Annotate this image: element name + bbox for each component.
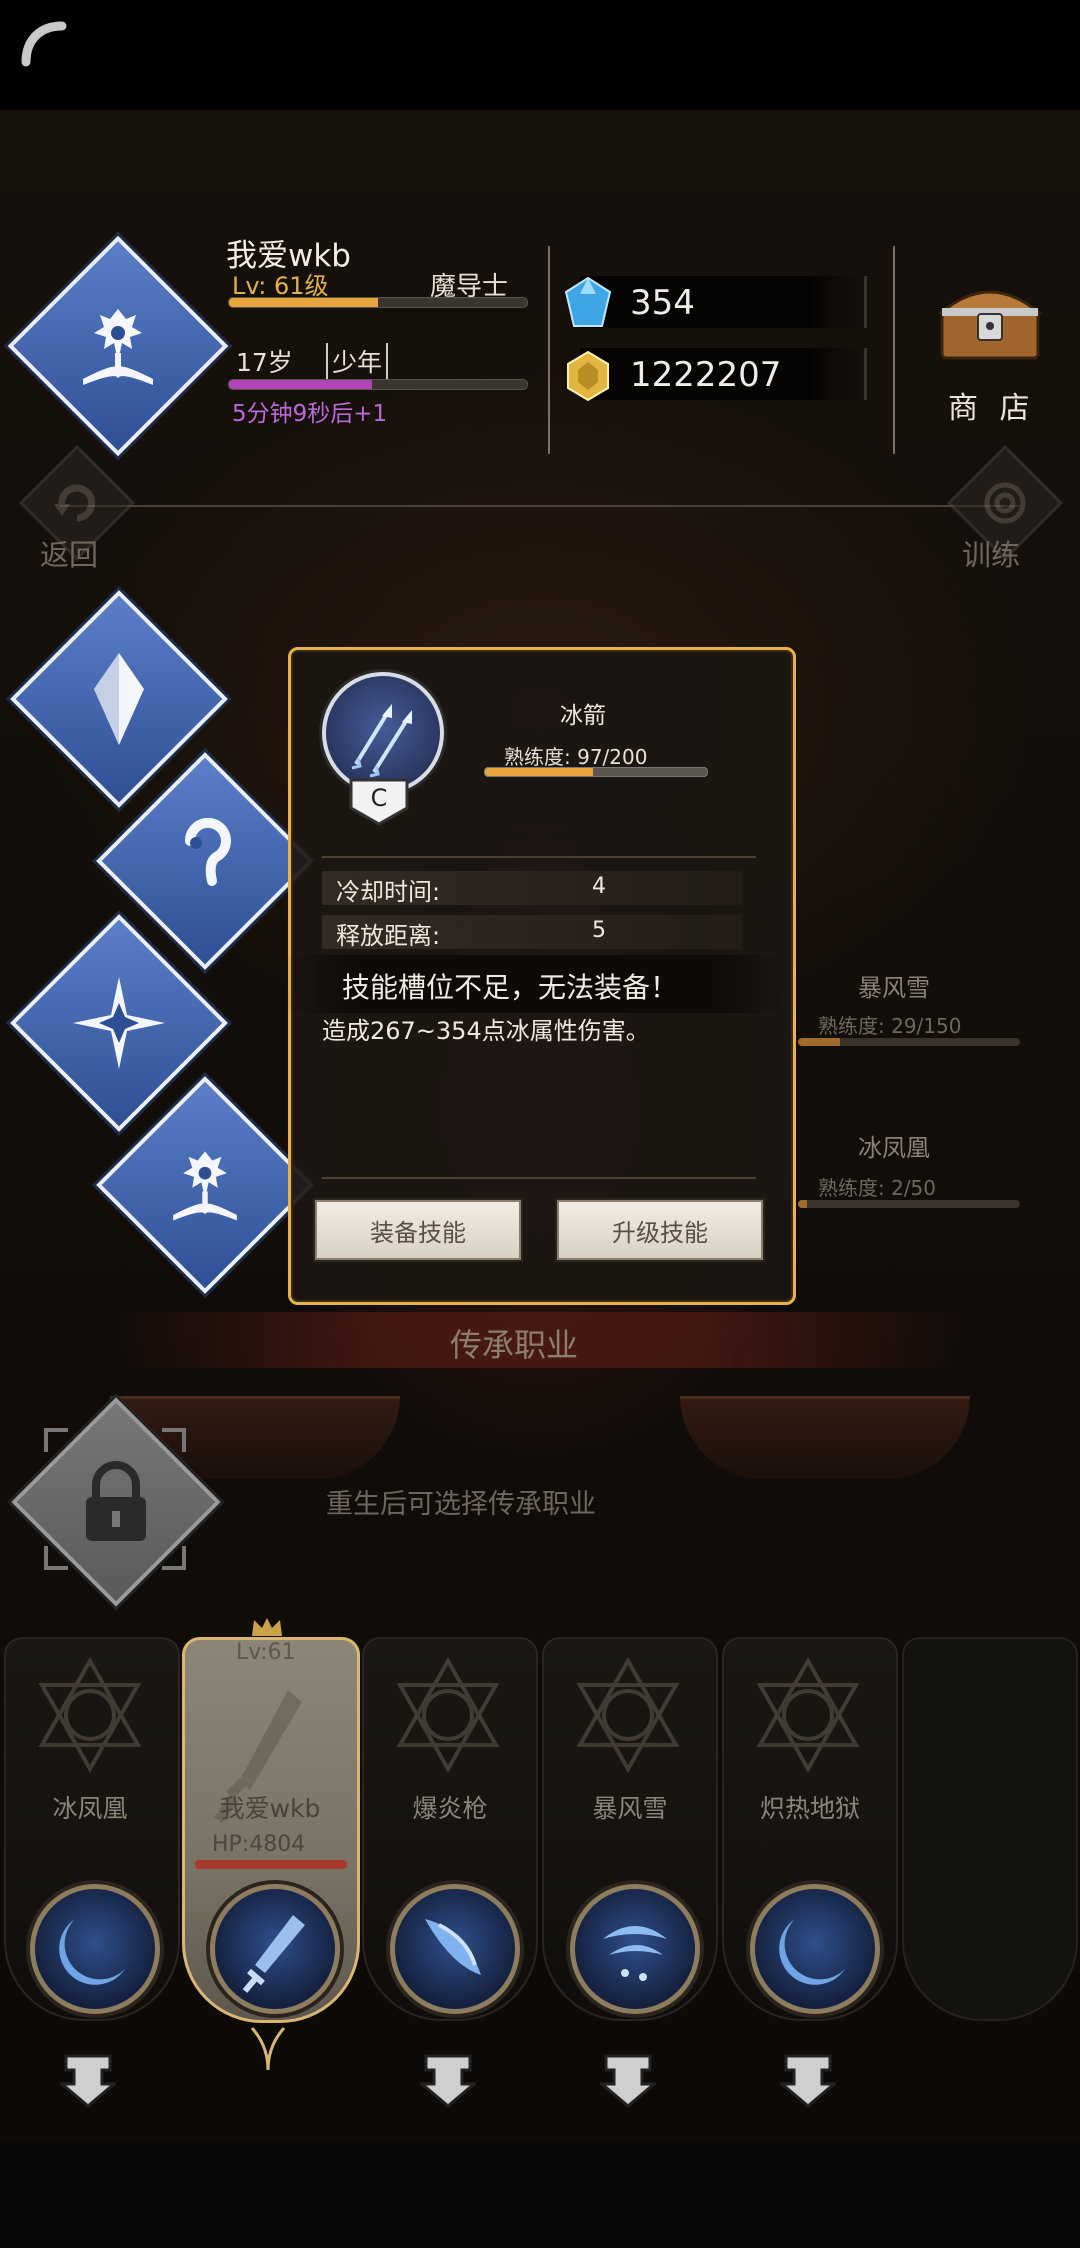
bg-skill-proficiency: 熟练度: 29/150 [818,1014,962,1038]
grade-letter: C [370,784,388,812]
unequip-arrow-icon[interactable] [780,2050,836,2110]
treasure-chest-icon[interactable] [938,280,1042,362]
skill-icon [322,672,444,794]
header-separator [60,505,1020,507]
unequip-arrow-icon[interactable] [420,2050,476,2110]
range-label: 释放距离: [336,922,441,950]
bg-skill-name: 暴风雪 [858,974,930,1002]
exp-bar [228,297,528,308]
card-name: 我爱wkb [219,1794,321,1823]
fire-lance-icon [425,1919,481,1975]
selected-card-ornament-icon [250,2027,286,2071]
status-bar [0,0,1080,110]
decor-bowl [680,1396,970,1479]
card-name: 冰凤凰 [52,1794,128,1823]
modal-divider [322,856,756,858]
gem-value: 354 [630,283,695,323]
bg-skill-bar [798,1200,1020,1208]
hexagram-emblem-icon [396,1656,500,1774]
skill-description: 造成267~354点冰属性伤害。 [322,1017,650,1045]
upgrade-skill-button[interactable]: 升级技能 [557,1200,763,1260]
player-level: Lv: 61级 [232,272,329,300]
inheritance-hint: 重生后可选择传承职业 [326,1489,596,1520]
bg-skill-proficiency: 熟练度: 2/50 [818,1176,937,1200]
bg-skill-bar [798,1038,1020,1046]
skill-name: 冰箭 [560,703,606,729]
train-label[interactable]: 训练 [962,532,1020,574]
empty-card-slot[interactable] [902,1637,1078,2021]
ice-arrow-icon [351,704,412,778]
bg-skill-name: 冰凤凰 [858,1134,930,1162]
skill-proficiency: 熟练度: 97/200 [504,745,648,769]
proficiency-bar [484,767,708,777]
unequip-arrow-icon[interactable] [600,2050,656,2110]
skill-orb[interactable] [30,1884,160,2014]
loading-arc-icon [21,21,67,67]
header-divider [893,246,895,454]
cooldown-label: 冷却时间: [336,878,441,906]
crystal-icon [94,653,144,745]
blizzard-icon [603,1926,667,1981]
gem-counter [580,276,867,328]
bottom-area [0,2140,1080,2248]
skill-orb[interactable] [570,1884,700,2014]
target-icon [984,482,1026,524]
selection-frame-icon [44,1428,186,1570]
age-timer: 5分钟9秒后+1 [232,401,388,427]
hook-icon [184,817,231,886]
skill-orb[interactable] [210,1884,340,2014]
class-emblem-icon [83,309,153,385]
player-life-stage: 少年 [326,343,389,379]
header-divider [548,246,550,454]
grade-badge: C [347,778,411,826]
crescent-icon [59,1919,125,1985]
sword-icon [242,1915,305,1993]
toast-message: 技能槽位不足，无法装备！ [342,971,679,1004]
hp-bar [195,1860,347,1869]
equip-skill-button[interactable]: 装备技能 [315,1200,521,1260]
inheritance-title: 传承职业 [450,1326,579,1364]
crescent-icon [779,1919,845,1985]
range-value: 5 [592,918,606,943]
player-age: 17岁 [236,348,293,377]
hexagram-emblem-icon [38,1656,142,1774]
gem-icon [564,276,612,327]
age-bar [228,379,528,390]
character-hp: HP:4804 [212,1832,306,1857]
class-emblem-icon [173,1151,237,1221]
gold-coin-icon [567,350,609,402]
cooldown-value: 4 [592,874,606,899]
skill-orb[interactable] [750,1884,880,2014]
crown-icon [252,1618,282,1636]
card-name: 爆炎枪 [412,1794,488,1823]
back-label[interactable]: 返回 [40,532,98,574]
hexagram-emblem-icon [756,1656,860,1774]
unequip-arrow-icon[interactable] [60,2050,116,2110]
character-level: Lv:61 [236,1640,296,1665]
card-name: 炽热地狱 [759,1794,860,1823]
shop-button[interactable]: 商 店 [948,383,1036,427]
back-arrow-icon [54,484,96,522]
star-icon [73,977,165,1069]
card-name: 暴风雪 [592,1794,668,1823]
skill-orb[interactable] [390,1884,520,2014]
gold-value: 1222207 [630,355,782,395]
modal-divider [322,1177,756,1179]
hexagram-emblem-icon [576,1656,680,1774]
